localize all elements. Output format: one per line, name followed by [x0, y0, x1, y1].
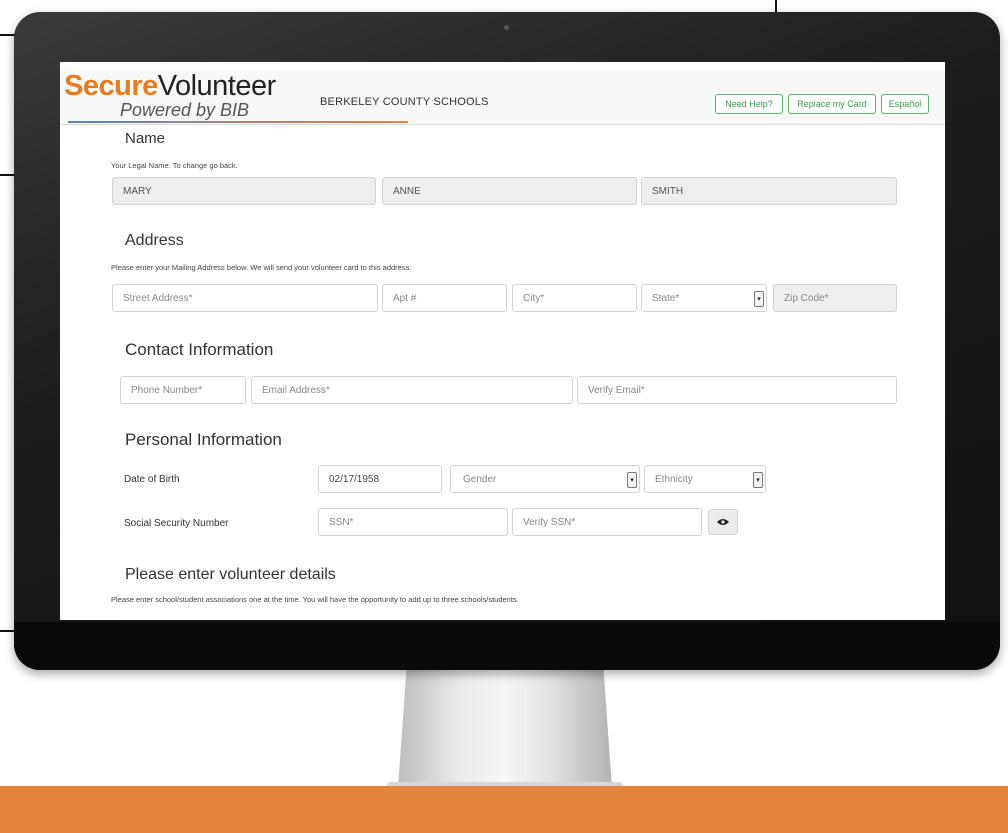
contact-section-title: Contact Information	[125, 340, 274, 359]
address-section-hint: Please enter your Mailing Address below.…	[111, 263, 412, 272]
state-select-label: State*	[652, 292, 680, 304]
espanol-button[interactable]: Español	[881, 94, 929, 114]
app-header: SecureVolunteer Powered by BIB BERKELEY …	[60, 70, 945, 125]
volunteer-section-title: Please enter volunteer details	[125, 566, 336, 583]
caret-icon: ▾	[753, 472, 763, 488]
verify-email-input[interactable]: Verify Email*	[577, 376, 897, 404]
street-address-input[interactable]: Street Address*	[112, 284, 378, 312]
city-input[interactable]: City*	[512, 284, 637, 312]
dob-label: Date of Birth	[124, 474, 180, 485]
replace-card-button[interactable]: Replace my Card	[788, 94, 876, 114]
apt-input[interactable]: Apt #	[382, 284, 507, 312]
screen: SecureVolunteer Powered by BIB BERKELEY …	[60, 62, 945, 620]
gender-select-label: Gender	[463, 473, 497, 485]
last-name-field: SMITH	[641, 177, 897, 205]
name-section-title: Name	[125, 130, 166, 147]
ethnicity-select-label: Ethnicity	[655, 473, 693, 485]
footer-band	[0, 786, 1008, 833]
zip-code-input[interactable]: Zip Code*	[773, 284, 897, 312]
gender-select[interactable]: Gender ▾	[450, 465, 640, 493]
logo-secure: Secure	[64, 70, 158, 102]
logo-wordmark: SecureVolunteer	[64, 70, 276, 103]
logo: SecureVolunteer Powered by BIB	[64, 70, 304, 124]
dob-input[interactable]: 02/17/1958	[318, 465, 442, 493]
caret-icon: ▾	[627, 472, 637, 488]
personal-section-title: Personal Information	[125, 430, 282, 449]
camera-icon	[504, 25, 509, 30]
name-section-hint: Your Legal Name. To change go back.	[111, 161, 238, 170]
need-help-button[interactable]: Need Help?	[715, 94, 783, 114]
caret-icon: ▾	[754, 291, 764, 307]
organization-name: BERKELEY COUNTY SCHOOLS	[320, 96, 489, 108]
show-ssn-button[interactable]	[708, 509, 738, 535]
middle-name-field: ANNE	[382, 177, 637, 205]
logo-powered-by: Powered by BIB	[120, 100, 250, 120]
ssn-label: Social Security Number	[124, 518, 229, 529]
email-address-input[interactable]: Email Address*	[251, 376, 573, 404]
monitor-stand-neck	[398, 668, 612, 788]
first-name-field: MARY	[112, 177, 376, 205]
phone-number-input[interactable]: Phone Number*	[120, 376, 246, 404]
ssn-input[interactable]: SSN*	[318, 508, 508, 536]
monitor-chin	[14, 622, 1000, 670]
ethnicity-select[interactable]: Ethnicity ▾	[644, 465, 766, 493]
volunteer-section-hint: Please enter school/student associations…	[111, 595, 519, 604]
eye-icon	[717, 519, 729, 525]
address-section-title: Address	[125, 232, 184, 249]
state-select[interactable]: State* ▾	[641, 284, 767, 312]
verify-ssn-input[interactable]: Verify SSN*	[512, 508, 702, 536]
header-accent-line	[68, 121, 408, 123]
logo-volunteer: Volunteer	[157, 70, 277, 102]
